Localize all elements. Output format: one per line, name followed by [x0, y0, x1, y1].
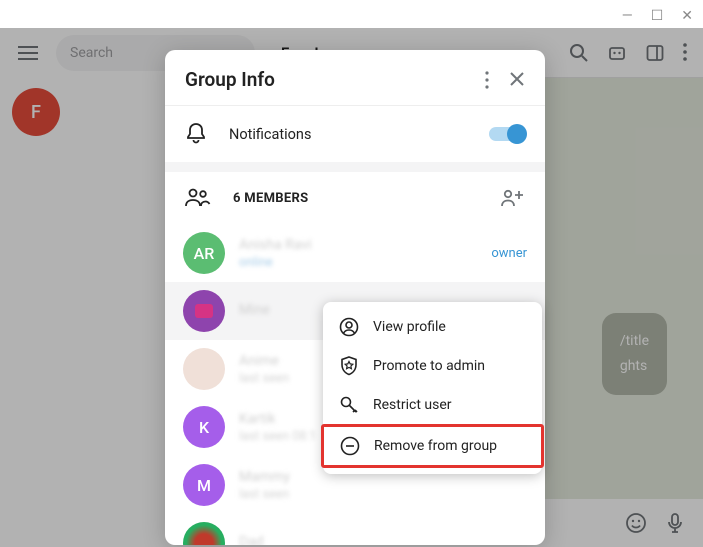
member-context-menu: View profile Promote to admin Restrict u…	[323, 302, 542, 474]
members-count: 6 MEMBERS	[233, 191, 479, 206]
profile-icon	[339, 317, 359, 337]
restrict-user-item[interactable]: Restrict user	[323, 386, 542, 424]
notifications-toggle[interactable]	[489, 127, 525, 141]
remove-from-group-item[interactable]: Remove from group	[321, 424, 544, 468]
maximize-button[interactable]: ☐	[651, 8, 664, 24]
avatar: K	[183, 406, 225, 448]
minimize-button[interactable]: —	[622, 8, 633, 24]
notifications-row[interactable]: Notifications	[165, 106, 545, 162]
avatar: AR	[183, 232, 225, 274]
member-status: online	[239, 255, 477, 270]
member-row[interactable]: Dad	[165, 514, 545, 545]
notifications-label: Notifications	[229, 126, 467, 143]
member-row[interactable]: AR Anisha Ravi online owner	[165, 224, 545, 282]
remove-icon	[340, 436, 360, 456]
avatar	[183, 522, 225, 545]
members-icon	[185, 188, 211, 208]
avatar	[183, 290, 225, 332]
member-status: last seen	[239, 487, 527, 502]
view-profile-item[interactable]: View profile	[323, 308, 542, 346]
close-icon[interactable]	[509, 71, 525, 87]
promote-admin-item[interactable]: Promote to admin	[323, 346, 542, 386]
members-header: 6 MEMBERS	[165, 172, 545, 224]
avatar	[183, 348, 225, 390]
owner-badge: owner	[491, 246, 527, 261]
more-icon[interactable]	[485, 71, 489, 89]
member-name: Dad	[239, 534, 527, 545]
bell-icon	[185, 122, 207, 146]
shield-icon	[339, 355, 359, 377]
key-icon	[339, 395, 359, 415]
member-name: Anisha Ravi	[239, 237, 477, 253]
window-controls: — ☐ ✕	[622, 8, 693, 24]
add-member-icon[interactable]	[501, 188, 525, 208]
modal-title: Group Info	[185, 68, 275, 91]
close-button[interactable]: ✕	[681, 8, 693, 24]
modal-header: Group Info	[165, 50, 545, 105]
avatar: M	[183, 464, 225, 506]
